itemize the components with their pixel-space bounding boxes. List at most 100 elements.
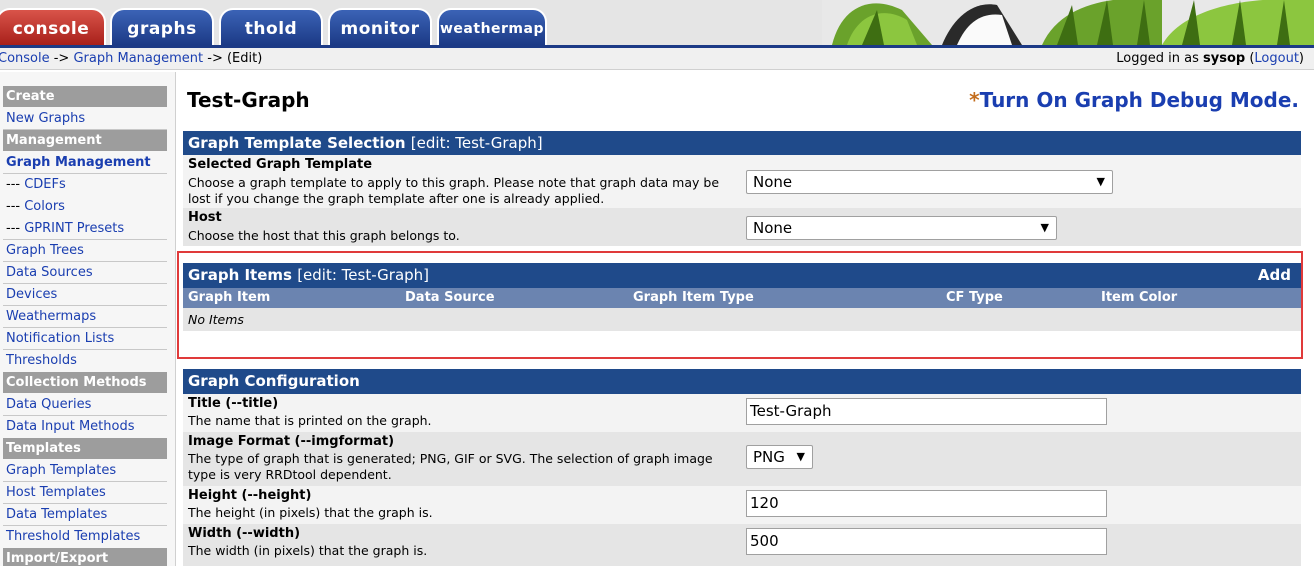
empty-items-text: No Items (188, 312, 244, 327)
field-description: The height (in pixels) that the graph is… (188, 505, 433, 520)
field-description: The name that is printed on the graph. (188, 413, 432, 428)
menu-item-thresholds[interactable]: Thresholds (3, 350, 167, 372)
row-graph-template: Selected Graph Template Choose a graph t… (183, 155, 1301, 208)
menu-item-label[interactable]: Colors (24, 199, 65, 214)
menu-item-label[interactable]: Data Sources (6, 265, 93, 280)
menu-item-notification-lists[interactable]: Notification Lists (3, 328, 167, 350)
menu-item-label[interactable]: Host Templates (6, 485, 106, 500)
login-status: Logged in as sysop (Logout) (1116, 51, 1304, 66)
menu-item-label[interactable]: Data Queries (6, 397, 91, 412)
login-prefix: Logged in as (1116, 51, 1203, 66)
field-label: Image Format (--imgformat) (188, 434, 395, 449)
menu-item-threshold-templates[interactable]: Threshold Templates (3, 526, 167, 548)
chevron-down-icon: ▼ (1096, 175, 1105, 188)
breadcrumb-current: (Edit) (226, 51, 263, 66)
debug-link-label[interactable]: Turn On Graph Debug Mode. (980, 88, 1299, 112)
menu-item-label[interactable]: Graph Templates (6, 463, 116, 478)
column-header-item-color[interactable]: Item Color (1101, 288, 1177, 308)
tab-thold[interactable]: thold (219, 8, 323, 45)
breadcrumb: Console -> Graph Management -> (Edit) (0, 48, 262, 70)
menu-item-host-templates[interactable]: Host Templates (3, 482, 167, 504)
menu-item-label[interactable]: New Graphs (6, 111, 85, 126)
menu-item-gprint-presets[interactable]: --- GPRINT Presets (3, 218, 167, 240)
submenu-prefix: --- (6, 177, 25, 192)
field-description: Choose the host that this graph belongs … (188, 228, 460, 243)
height-input[interactable]: 120 (746, 490, 1107, 517)
menu-item-new-graphs[interactable]: New Graphs (3, 108, 167, 130)
field-label: Host (188, 210, 222, 225)
menu-item-graph-templates[interactable]: Graph Templates (3, 460, 167, 482)
menu-item-graph-management[interactable]: Graph Management (3, 152, 167, 174)
menu-item-graph-trees[interactable]: Graph Trees (3, 240, 167, 262)
graph-template-select[interactable]: None ▼ (746, 170, 1113, 194)
menu-item-label[interactable]: Data Templates (6, 507, 107, 522)
menu-item-label[interactable]: CDEFs (24, 177, 66, 192)
menu-item-label[interactable]: Graph Trees (6, 243, 84, 258)
graph-debug-mode-link[interactable]: *Turn On Graph Debug Mode. (969, 88, 1299, 112)
field-description: Choose a graph template to apply to this… (188, 175, 720, 206)
menu-item-cdefs[interactable]: --- CDEFs (3, 174, 167, 196)
menu-item-label[interactable]: Devices (6, 287, 57, 302)
debug-star: * (969, 88, 980, 112)
width-input[interactable]: 500 (746, 528, 1107, 555)
graph-items-empty-row: No Items (183, 308, 1301, 331)
sidebar-menu: Create New Graphs Management Graph Manag… (0, 72, 176, 566)
section-title: Graph Template Selection (188, 134, 406, 152)
menu-item-label[interactable]: GPRINT Presets (24, 221, 124, 236)
chevron-down-icon: ▼ (796, 450, 805, 463)
add-graph-item-link[interactable]: Add (1258, 263, 1291, 287)
row-width: Width (--width) The width (in pixels) th… (183, 524, 1301, 566)
section-edit-label: [edit: Test-Graph] (297, 266, 430, 284)
tab-weathermap[interactable]: weathermap (437, 8, 547, 45)
menu-heading-import-export: Import/Export (3, 548, 167, 566)
column-header-data-source[interactable]: Data Source (405, 288, 495, 308)
menu-item-label[interactable]: Threshold Templates (6, 529, 140, 544)
menu-item-label[interactable]: Thresholds (6, 353, 77, 368)
top-tab-bar: console graphs thold monitor weathermap (0, 0, 1314, 45)
section-edit-label: [edit: Test-Graph] (410, 134, 543, 152)
graph-items-header: Graph Items [edit: Test-Graph] Add (183, 263, 1301, 288)
submenu-prefix: --- (6, 199, 25, 214)
menu-heading-management: Management (3, 130, 167, 151)
menu-item-data-input-methods[interactable]: Data Input Methods (3, 416, 167, 438)
menu-item-label[interactable]: Weathermaps (6, 309, 96, 324)
cacti-logo-art (822, 0, 1314, 45)
login-username: sysop (1203, 51, 1246, 66)
select-value: None (753, 173, 793, 191)
menu-item-data-templates[interactable]: Data Templates (3, 504, 167, 526)
template-selection-header: Graph Template Selection [edit: Test-Gra… (183, 131, 1301, 155)
logout-link[interactable]: Logout (1254, 51, 1299, 66)
breadcrumb-graph-management[interactable]: Graph Management (73, 51, 203, 66)
column-header-cf-type[interactable]: CF Type (946, 288, 1003, 308)
breadcrumb-console[interactable]: Console (0, 51, 50, 66)
menu-item-data-queries[interactable]: Data Queries (3, 394, 167, 416)
column-header-graph-item-type[interactable]: Graph Item Type (633, 288, 754, 308)
page-title: Test-Graph (187, 88, 310, 112)
menu-item-data-sources[interactable]: Data Sources (3, 262, 167, 284)
tab-monitor[interactable]: monitor (328, 8, 432, 45)
breadcrumb-separator: -> (49, 51, 74, 66)
menu-heading-create: Create (3, 86, 167, 107)
column-header-graph-item[interactable]: Graph Item (188, 288, 270, 308)
tab-graphs[interactable]: graphs (110, 8, 214, 45)
select-value: None (753, 219, 793, 237)
host-select[interactable]: None ▼ (746, 216, 1057, 240)
menu-item-label[interactable]: Graph Management (6, 155, 151, 170)
menu-item-devices[interactable]: Devices (3, 284, 167, 306)
row-height: Height (--height) The height (in pixels)… (183, 486, 1301, 524)
menu-heading-templates: Templates (3, 438, 167, 459)
menu-item-label[interactable]: Data Input Methods (6, 419, 135, 434)
menu-item-weathermaps[interactable]: Weathermaps (3, 306, 167, 328)
field-label: Height (--height) (188, 488, 312, 503)
breadcrumb-bar: Console -> Graph Management -> (Edit) Lo… (0, 48, 1314, 70)
field-description: The width (in pixels) that the graph is. (188, 543, 428, 558)
field-label: Title (--title) (188, 396, 279, 411)
image-format-select[interactable]: PNG ▼ (746, 445, 813, 469)
tab-console[interactable]: console (0, 8, 106, 45)
menu-heading-collection-methods: Collection Methods (3, 372, 167, 393)
menu-item-label[interactable]: Notification Lists (6, 331, 114, 346)
menu-item-colors[interactable]: --- Colors (3, 196, 167, 218)
field-label: Selected Graph Template (188, 157, 373, 172)
field-description: The type of graph that is generated; PNG… (188, 451, 713, 482)
title-input[interactable]: Test-Graph (746, 398, 1107, 425)
